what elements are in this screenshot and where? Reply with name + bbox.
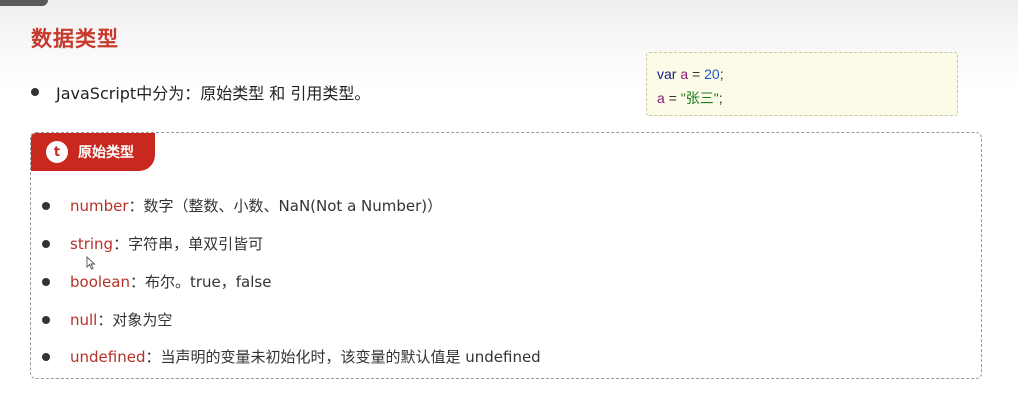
window-corner-tab <box>0 0 48 6</box>
code-snippet: var a = 20; a = "张三"; <box>646 52 958 116</box>
code-line-1: var a = 20; <box>657 63 957 87</box>
code-operator: = <box>692 66 701 82</box>
type-description: ：字符串，单双引皆可 <box>113 235 264 253</box>
type-term: null <box>70 310 98 329</box>
list-item: number ：数字（整数、小数、NaN(Not a Number)） <box>42 195 442 216</box>
code-keyword: var <box>657 66 677 82</box>
primitive-types-panel <box>30 132 982 379</box>
code-semicolon: ; <box>718 90 723 106</box>
list-item: undefined ：当声明的变量未初始化时，该变量的默认值是 undefined <box>42 346 541 367</box>
list-item: null ：对象为空 <box>42 309 172 330</box>
panel-badge: t 原始类型 <box>31 133 155 171</box>
bullet-dot-icon <box>42 239 50 248</box>
page-title: 数据类型 <box>31 27 119 51</box>
code-operator: = <box>668 90 677 106</box>
bullet-dot-icon <box>31 88 39 96</box>
code-variable: a <box>680 66 689 82</box>
list-item: string ：字符串，单双引皆可 <box>42 233 263 254</box>
bullet-dot-icon <box>42 315 50 324</box>
code-variable: a <box>657 90 665 106</box>
type-description: ：对象为空 <box>97 311 173 329</box>
type-term: boolean <box>70 272 130 291</box>
type-description: ：数字（整数、小数、NaN(Not a Number)） <box>128 197 443 215</box>
list-item: boolean ：布尔。true，false <box>42 271 271 292</box>
code-string: "张三" <box>680 90 719 106</box>
badge-label: 原始类型 <box>78 145 134 161</box>
type-description: ：当声明的变量未初始化时，该变量的默认值是 undefined <box>145 348 541 366</box>
type-description: ：布尔。true，false <box>129 273 272 291</box>
intro-line: JavaScript中分为：原始类型 和 引用类型。 <box>31 80 370 104</box>
type-term: number <box>70 196 129 215</box>
bullet-dot-icon <box>42 352 50 361</box>
code-number: 20 <box>704 66 720 82</box>
code-semicolon: ; <box>719 66 724 82</box>
code-line-2: a = "张三"; <box>657 87 957 111</box>
intro-text: JavaScript中分为：原始类型 和 引用类型。 <box>56 84 371 103</box>
type-term: undefined <box>70 347 146 366</box>
t-circle-icon: t <box>46 141 68 163</box>
mouse-pointer-icon <box>86 256 96 270</box>
bullet-dot-icon <box>42 277 50 286</box>
bullet-dot-icon <box>42 201 50 210</box>
type-term: string <box>70 234 114 253</box>
